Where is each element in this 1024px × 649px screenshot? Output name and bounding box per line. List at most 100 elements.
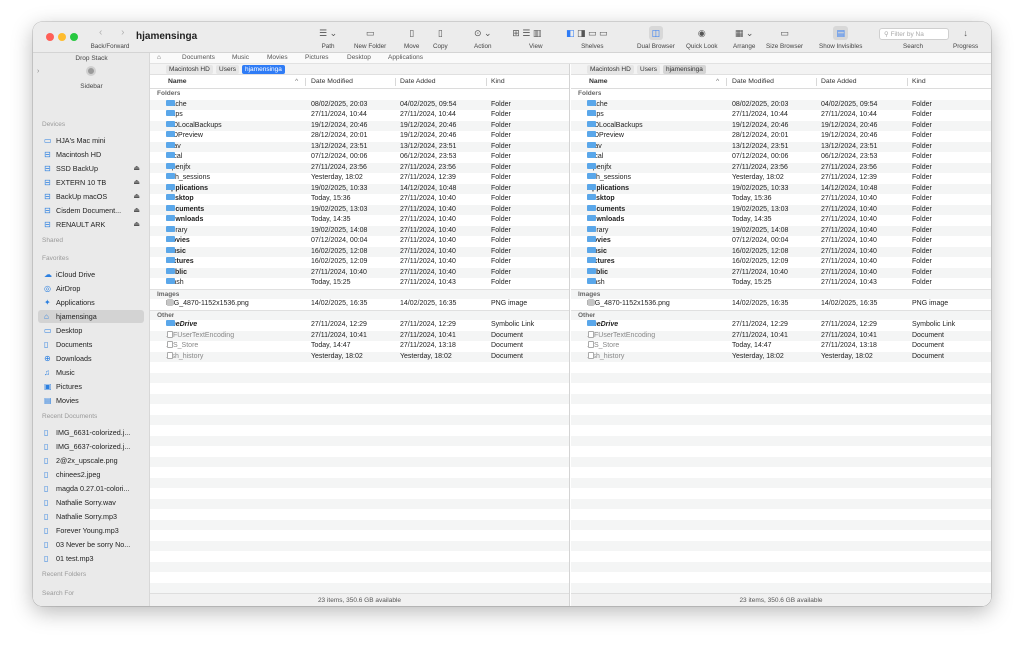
progress-button[interactable]: ↓ Progress xyxy=(953,26,978,50)
sidebar-favorite-3[interactable]: ⌂ hjamensinga xyxy=(38,310,144,323)
close-window-button[interactable] xyxy=(46,33,54,41)
table-row[interactable]: .CFUserTextEncoding 27/11/2024, 10:41 27/1… xyxy=(150,330,569,341)
sidebar-favorite-6[interactable]: ⊕ Downloads xyxy=(38,352,144,365)
table-row[interactable]: Library 19/02/2025, 14:08 27/11/2024, 10:4… xyxy=(150,225,569,236)
zoom-window-button[interactable] xyxy=(70,33,78,41)
table-row[interactable]: .zsh_history Yesterday, 18:02 Yesterday, 1… xyxy=(150,351,569,362)
table-row[interactable]: IMG_4870-1152x1536.png 14/02/2025, 16:35 1… xyxy=(150,299,569,310)
table-row[interactable]: Public 27/11/2024, 10:40 27/11/2024, 10:40… xyxy=(150,267,569,278)
table-row[interactable]: .DS_Store Today, 14:47 27/11/2024, 13:18 Do… xyxy=(571,341,991,352)
table-row[interactable]: .fsav 13/12/2024, 23:51 13/12/2024, 23:51 F… xyxy=(571,141,991,152)
table-row[interactable]: Documents 19/02/2025, 13:03 27/11/2024, 10… xyxy=(571,204,991,215)
table-row[interactable]: .DDPreview 28/12/2024, 20:01 19/12/2024, 2… xyxy=(571,131,991,142)
table-row[interactable]: .fsav 13/12/2024, 23:51 13/12/2024, 23:51 F… xyxy=(150,141,569,152)
table-row[interactable]: Desktop Today, 15:36 27/11/2024, 10:40 Fold… xyxy=(571,194,991,205)
sidebar-recent-doc-6[interactable]: ▯ Nathalie Sorry.mp3 xyxy=(38,510,144,523)
table-row[interactable]: IMG_4870-1152x1536.png 14/02/2025, 16:35 1… xyxy=(571,299,991,310)
table-row[interactable]: Downloads Today, 14:35 27/11/2024, 10:40 Fo… xyxy=(150,215,569,226)
back-forward-arrows[interactable]: ‹ › xyxy=(99,27,132,38)
table-row[interactable]: .CFUserTextEncoding 27/11/2024, 10:41 27/1… xyxy=(571,330,991,341)
table-row[interactable]: Trash Today, 15:25 27/11/2024, 10:43 Folder xyxy=(150,278,569,289)
table-row[interactable]: .local 07/12/2024, 00:06 06/12/2024, 23:53… xyxy=(150,152,569,163)
sidebar-device-1[interactable]: ⊟ Macintosh HD xyxy=(38,148,144,161)
sidebar-favorite-4[interactable]: ▭ Desktop xyxy=(38,324,144,337)
minimize-window-button[interactable] xyxy=(58,33,66,41)
col-modified[interactable]: Date Modified xyxy=(311,78,353,85)
table-row[interactable]: Applications 19/02/2025, 10:33 14/12/2024,… xyxy=(571,183,991,194)
crumb-macintosh-hd[interactable]: Macintosh HD xyxy=(587,65,634,74)
sidebar-favorite-0[interactable]: ☁ iCloud Drive xyxy=(38,268,144,281)
table-row[interactable]: .DDPreview 28/12/2024, 20:01 19/12/2024, 2… xyxy=(150,131,569,142)
show-invisibles-button[interactable]: ▤ Show Invisibles xyxy=(819,26,862,50)
sidebar-favorite-5[interactable]: ▯ Documents xyxy=(38,338,144,351)
table-row[interactable]: Downloads Today, 14:35 27/11/2024, 10:40 Fo… xyxy=(571,215,991,226)
crumb-users[interactable]: Users xyxy=(216,65,239,74)
table-row[interactable]: Trash Today, 15:25 27/11/2024, 10:43 Folder xyxy=(571,278,991,289)
favbar-pictures[interactable]: Pictures xyxy=(305,54,328,61)
drop-stack-icon[interactable] xyxy=(86,66,96,76)
table-row[interactable]: .local 07/12/2024, 00:06 06/12/2024, 23:53… xyxy=(571,152,991,163)
table-row[interactable]: Desktop Today, 15:36 27/11/2024, 10:40 Fold… xyxy=(150,194,569,205)
copy-button[interactable]: ▯ Copy xyxy=(433,26,448,50)
table-row[interactable]: Applications 19/02/2025, 10:33 14/12/2024,… xyxy=(150,183,569,194)
eject-icon[interactable]: ⏏ xyxy=(133,190,140,203)
sidebar-recent-doc-4[interactable]: ▯ magda 0.27.01-colori... xyxy=(38,482,144,495)
table-row[interactable]: .openjfx 27/11/2024, 23:56 27/11/2024, 23:… xyxy=(150,162,569,173)
size-browser-button[interactable]: ▭ Size Browser xyxy=(766,26,803,50)
sidebar-recent-doc-8[interactable]: ▯ 03 Never be sorry No... xyxy=(38,538,144,551)
sidebar-recent-doc-2[interactable]: ▯ 2@2x_upscale.png xyxy=(38,454,144,467)
favbar-desktop[interactable]: Desktop xyxy=(347,54,371,61)
table-row[interactable]: .cache 08/02/2025, 20:03 04/02/2025, 09:54… xyxy=(150,99,569,110)
table-row[interactable]: .openjfx 27/11/2024, 23:56 27/11/2024, 23:… xyxy=(571,162,991,173)
crumb-hjamensinga[interactable]: hjamensinga xyxy=(663,65,706,74)
col-modified[interactable]: Date Modified xyxy=(732,78,774,85)
table-row[interactable]: Movies 07/12/2024, 00:04 27/11/2024, 10:40… xyxy=(571,236,991,247)
table-row[interactable]: Music 16/02/2025, 12:08 27/11/2024, 10:40 F… xyxy=(571,246,991,257)
sidebar-device-3[interactable]: ⊟ EXTERN 10 TB ⏏ xyxy=(38,176,144,189)
table-row[interactable]: Documents 19/02/2025, 13:03 27/11/2024, 10… xyxy=(150,204,569,215)
view-button[interactable]: ⊞ ☰ ▥ View xyxy=(511,26,542,50)
col-name[interactable]: Name xyxy=(168,78,187,85)
sidebar-recent-doc-0[interactable]: ▯ IMG_6631-colorized.j... xyxy=(38,426,144,439)
arrange-button[interactable]: ▦ ⌄ Arrange xyxy=(733,26,755,50)
sidebar-recent-doc-9[interactable]: ▯ 01 test.mp3 xyxy=(38,552,144,565)
eject-icon[interactable]: ⏏ xyxy=(133,218,140,231)
col-name[interactable]: Name xyxy=(589,78,608,85)
table-row[interactable]: Pictures 16/02/2025, 12:09 27/11/2024, 10:… xyxy=(150,257,569,268)
crumb-users[interactable]: Users xyxy=(637,65,660,74)
shelves-button[interactable]: ◧ ◨ ▭ ▭ Shelves xyxy=(566,26,608,50)
table-row[interactable]: .cache 08/02/2025, 20:03 04/02/2025, 09:54… xyxy=(571,99,991,110)
sidebar-favorite-7[interactable]: ♫ Music xyxy=(38,366,144,379)
sidebar-recent-doc-1[interactable]: ▯ IMG_6637-colorized.j... xyxy=(38,440,144,453)
sidebar-recent-doc-7[interactable]: ▯ Forever Young.mp3 xyxy=(38,524,144,537)
crumb-macintosh-hd[interactable]: Macintosh HD xyxy=(166,65,213,74)
eject-icon[interactable]: ⏏ xyxy=(133,204,140,217)
eject-icon[interactable]: ⏏ xyxy=(133,162,140,175)
col-added[interactable]: Date Added xyxy=(821,78,857,85)
table-row[interactable]: .cups 27/11/2024, 10:44 27/11/2024, 10:44 F… xyxy=(150,110,569,121)
sidebar-recent-doc-5[interactable]: ▯ Nathalie Sorry.wav xyxy=(38,496,144,509)
sidebar-device-4[interactable]: ⊟ BackUp macOS ⏏ xyxy=(38,190,144,203)
table-row[interactable]: Movies 07/12/2024, 00:04 27/11/2024, 10:40… xyxy=(150,236,569,247)
table-row[interactable]: Pictures 16/02/2025, 12:09 27/11/2024, 10:… xyxy=(571,257,991,268)
favbar-documents[interactable]: Documents xyxy=(182,54,215,61)
new-folder-button[interactable]: ▭ New Folder xyxy=(354,26,386,50)
path-button[interactable]: ☰ ⌄ Path xyxy=(319,26,337,50)
move-button[interactable]: ▯ Move xyxy=(404,26,419,50)
table-row[interactable]: Public 27/11/2024, 10:40 27/11/2024, 10:40… xyxy=(571,267,991,278)
table-row[interactable]: .zsh_sessions Yesterday, 18:02 27/11/2024,… xyxy=(150,173,569,184)
favbar-music[interactable]: Music xyxy=(232,54,249,61)
search-input[interactable]: ⚲ Filter by Na xyxy=(879,28,949,40)
table-row[interactable]: .zsh_sessions Yesterday, 18:02 27/11/2024,… xyxy=(571,173,991,184)
action-button[interactable]: ⊙ ⌄ Action xyxy=(474,26,492,50)
table-row[interactable]: .DS_Store Today, 14:47 27/11/2024, 13:18 Do… xyxy=(150,341,569,352)
home-icon[interactable]: ⌂ xyxy=(157,54,161,61)
sidebar-favorite-8[interactable]: ▣ Pictures xyxy=(38,380,144,393)
sidebar-device-5[interactable]: ⊟ Cisdem Document... ⏏ xyxy=(38,204,144,217)
sidebar-device-6[interactable]: ⊟ RENAULT ARK ⏏ xyxy=(38,218,144,231)
eject-icon[interactable]: ⏏ xyxy=(133,176,140,189)
sidebar-favorite-9[interactable]: ▤ Movies xyxy=(38,394,144,407)
table-row[interactable]: .cups 27/11/2024, 10:44 27/11/2024, 10:44 F… xyxy=(571,110,991,121)
sidebar-favorite-1[interactable]: ◎ AirDrop xyxy=(38,282,144,295)
table-row[interactable]: Library 19/02/2025, 14:08 27/11/2024, 10:4… xyxy=(571,225,991,236)
